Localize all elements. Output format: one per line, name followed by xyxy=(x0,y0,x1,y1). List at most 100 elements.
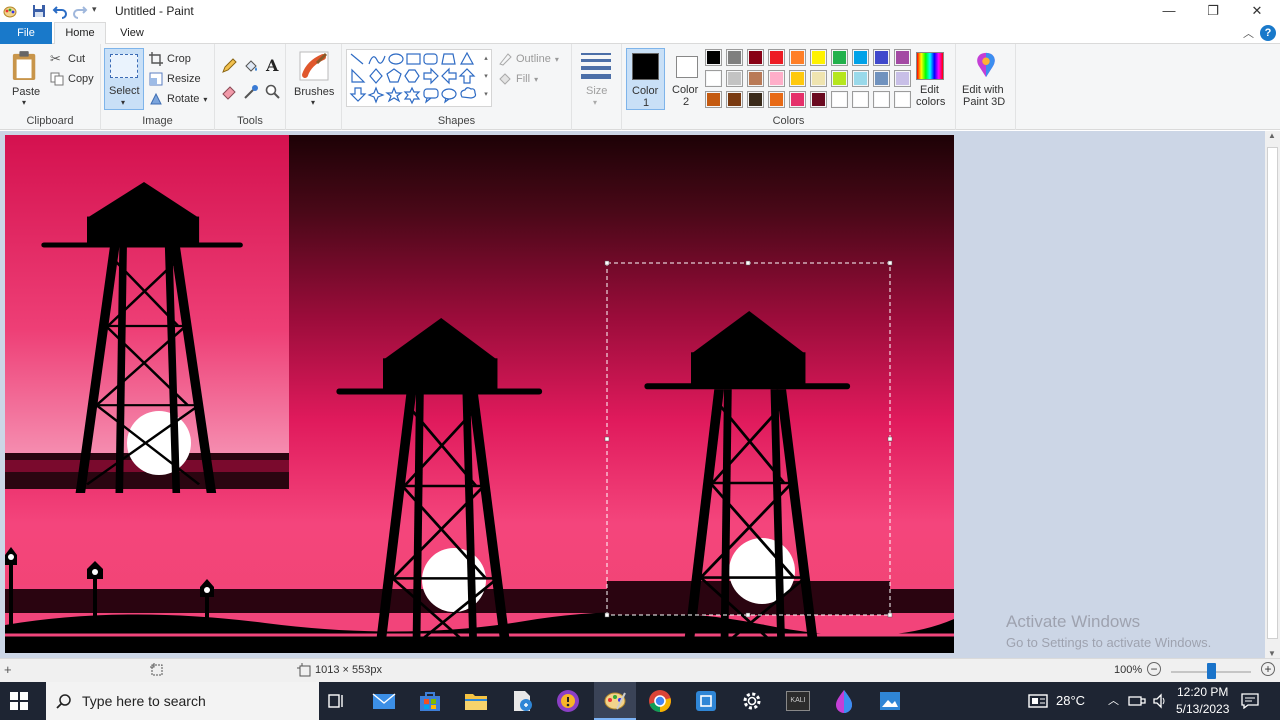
palette-swatch[interactable] xyxy=(705,91,722,108)
tab-view[interactable]: View xyxy=(110,22,154,44)
drawing-canvas[interactable] xyxy=(5,135,954,653)
edit-with-paint3d-button[interactable]: Edit with Paint 3D xyxy=(960,48,1012,110)
palette-swatch[interactable] xyxy=(789,91,806,108)
paste-button[interactable]: Paste ▾ xyxy=(6,48,44,110)
cut-button[interactable]: ✂ Cut xyxy=(50,50,85,68)
palette-swatch[interactable] xyxy=(726,49,743,66)
pencil-icon[interactable] xyxy=(221,58,237,74)
text-icon[interactable]: A xyxy=(266,56,278,75)
palette-swatch[interactable] xyxy=(768,70,785,87)
store-icon[interactable] xyxy=(418,690,442,712)
palette-swatch[interactable] xyxy=(873,91,890,108)
paint-taskbar-button[interactable] xyxy=(594,682,636,720)
palette-swatch[interactable] xyxy=(726,91,743,108)
minimize-button[interactable]: — xyxy=(1146,0,1192,22)
polygon-shape-icon[interactable] xyxy=(441,53,456,65)
five-point-star-shape-icon[interactable] xyxy=(385,86,403,103)
copy-button[interactable]: Copy xyxy=(50,70,94,88)
network-icon[interactable] xyxy=(1128,694,1146,708)
redo-icon[interactable] xyxy=(72,3,88,19)
diamond-shape-icon[interactable] xyxy=(369,68,383,84)
rotate-dropdown-icon[interactable]: ▾ xyxy=(203,95,207,104)
palette-swatch[interactable] xyxy=(810,49,827,66)
palette-swatch[interactable] xyxy=(768,49,785,66)
notifications-icon[interactable] xyxy=(1241,693,1259,709)
line-shape-icon[interactable] xyxy=(350,53,364,65)
zoom-slider-thumb[interactable] xyxy=(1207,663,1216,679)
photos-app-icon[interactable] xyxy=(878,689,902,713)
palette-swatch[interactable] xyxy=(705,49,722,66)
four-point-star-shape-icon[interactable] xyxy=(367,86,385,104)
rectangle-shape-icon[interactable] xyxy=(406,53,421,65)
palette-swatch[interactable] xyxy=(810,91,827,108)
tab-file[interactable]: File xyxy=(0,22,52,44)
up-arrow-shape-icon[interactable] xyxy=(458,68,476,84)
save-icon[interactable] xyxy=(31,3,47,19)
palette-swatch[interactable] xyxy=(852,70,869,87)
palette-swatch[interactable] xyxy=(747,70,764,87)
palette-swatch[interactable] xyxy=(831,70,848,87)
task-view-icon[interactable] xyxy=(326,691,346,711)
palette-swatch[interactable] xyxy=(768,91,785,108)
snipping-tool-icon[interactable] xyxy=(694,689,718,713)
customize-quick-access-icon[interactable]: ▾ xyxy=(92,4,108,20)
color-picker-icon[interactable] xyxy=(243,84,259,100)
palette-swatch[interactable] xyxy=(726,70,743,87)
file-explorer-icon[interactable] xyxy=(464,691,488,711)
palette-swatch[interactable] xyxy=(831,91,848,108)
outline-button[interactable]: Outline ▾ xyxy=(498,50,559,68)
palette-swatch[interactable] xyxy=(852,91,869,108)
taskbar-search-box[interactable]: Type here to search xyxy=(46,682,319,720)
chrome-icon[interactable] xyxy=(648,689,672,713)
palette-swatch[interactable] xyxy=(831,49,848,66)
zoom-out-button[interactable]: − xyxy=(1147,662,1161,676)
settings-gear-icon[interactable] xyxy=(740,689,764,713)
restore-button[interactable]: ❐ xyxy=(1190,0,1236,22)
undo-icon[interactable] xyxy=(52,3,68,19)
fill-bucket-icon[interactable] xyxy=(243,58,259,74)
palette-swatch[interactable] xyxy=(789,49,806,66)
rotate-button[interactable]: Rotate ▾ xyxy=(149,90,207,108)
left-arrow-shape-icon[interactable] xyxy=(441,67,457,85)
brushes-button[interactable]: Brushes ▾ xyxy=(292,48,336,110)
clock-time[interactable]: 12:20 PM xyxy=(1177,685,1228,699)
palette-swatch[interactable] xyxy=(705,70,722,87)
color-drop-app-icon[interactable] xyxy=(832,689,856,713)
palette-swatch[interactable] xyxy=(873,49,890,66)
shapes-scrollbar[interactable]: ▴ ▾ ▾ xyxy=(481,50,491,106)
resize-button[interactable]: Resize xyxy=(149,70,201,88)
weather-icon[interactable] xyxy=(1028,693,1048,709)
security-app-icon[interactable] xyxy=(556,689,580,713)
select-dropdown-icon[interactable]: ▾ xyxy=(121,98,125,107)
fill-button[interactable]: Fill ▾ xyxy=(498,70,538,88)
size-button[interactable]: Size ▾ xyxy=(578,50,616,110)
select-button[interactable]: Select ▾ xyxy=(104,48,144,110)
mail-icon[interactable] xyxy=(372,691,396,711)
zoom-in-button[interactable]: + xyxy=(1261,662,1275,676)
six-point-star-shape-icon[interactable] xyxy=(403,86,421,105)
kali-terminal-icon[interactable]: KALI xyxy=(786,691,810,711)
close-button[interactable]: ✕ xyxy=(1234,0,1280,22)
hexagon-shape-icon[interactable] xyxy=(404,69,420,83)
vertical-scrollbar[interactable]: ▲ ▼ xyxy=(1265,131,1280,658)
color1-button[interactable]: Color 1 xyxy=(626,48,665,110)
help-icon[interactable]: ? xyxy=(1260,25,1276,41)
magnifier-icon[interactable] xyxy=(265,84,281,100)
windows-start-icon[interactable] xyxy=(10,692,28,710)
clock-date[interactable]: 5/13/2023 xyxy=(1176,702,1229,716)
palette-swatch[interactable] xyxy=(747,49,764,66)
triangle-shape-icon[interactable] xyxy=(459,51,475,65)
curve-shape-icon[interactable] xyxy=(368,55,386,65)
crop-button[interactable]: Crop xyxy=(149,50,191,68)
oval-shape-icon[interactable] xyxy=(388,53,404,65)
down-arrow-shape-icon[interactable] xyxy=(349,87,367,102)
right-triangle-shape-icon[interactable] xyxy=(351,68,366,83)
collapse-ribbon-icon[interactable]: ︿ xyxy=(1243,25,1254,41)
palette-swatch[interactable] xyxy=(747,91,764,108)
scrollbar-thumb[interactable] xyxy=(1267,147,1278,639)
show-hidden-icons-icon[interactable]: ︿ xyxy=(1108,692,1119,708)
brushes-dropdown-icon[interactable]: ▾ xyxy=(311,98,315,107)
palette-swatch[interactable] xyxy=(810,70,827,87)
rounded-rectangle-shape-icon[interactable] xyxy=(423,53,438,65)
right-arrow-shape-icon[interactable] xyxy=(423,67,439,85)
